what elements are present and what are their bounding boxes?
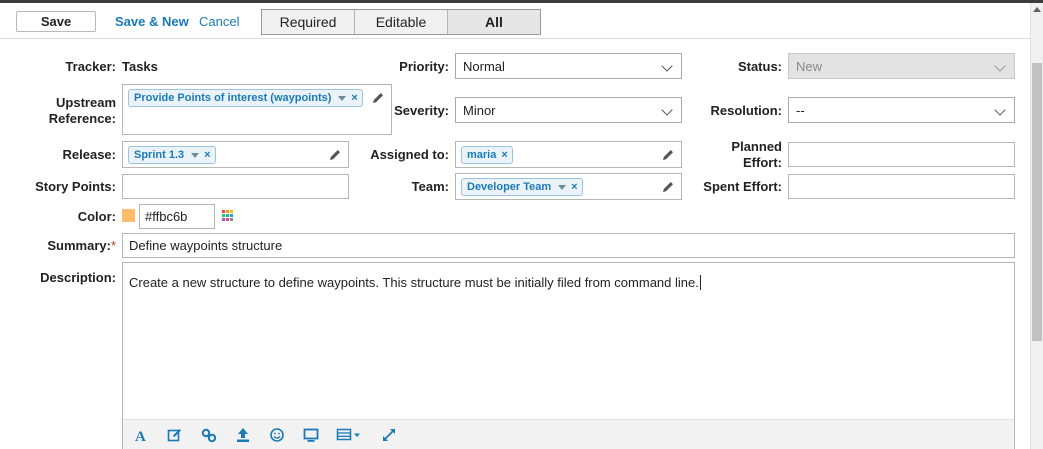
description-text[interactable]: Create a new structure to define waypoin… (129, 275, 701, 290)
chip-remove-icon[interactable]: × (351, 92, 357, 104)
filter-required[interactable]: Required (262, 10, 355, 34)
release-field[interactable]: Sprint 1.3 × (122, 141, 349, 168)
priority-label: Priority: (399, 59, 449, 74)
release-chip[interactable]: Sprint 1.3 × (128, 146, 216, 164)
action-toolbar: Save Save & New Cancel Required Editable… (0, 3, 1030, 39)
text-caret (699, 275, 701, 290)
planned-effort-input[interactable] (788, 142, 1015, 167)
chevron-down-icon (994, 60, 1006, 72)
spent-effort-input[interactable] (788, 174, 1015, 199)
color-hex-input[interactable] (139, 204, 215, 229)
edit-icon[interactable] (167, 427, 183, 443)
release-label: Release: (62, 147, 116, 162)
chip-dropdown-icon[interactable] (191, 152, 200, 158)
edit-pencil-icon[interactable] (661, 148, 675, 162)
description-label: Description: (40, 270, 116, 285)
assigned-to-field[interactable]: maria × (455, 141, 682, 168)
required-mark: * (110, 238, 116, 253)
description-editor[interactable]: Create a new structure to define waypoin… (122, 262, 1015, 449)
team-field[interactable]: Developer Team × (455, 173, 682, 200)
scrollbar-thumb[interactable] (1032, 63, 1042, 341)
upstream-reference-field[interactable]: Provide Points of interest (waypoints) × (122, 84, 392, 135)
edit-pencil-icon[interactable] (661, 180, 675, 194)
resolution-label: Resolution: (710, 103, 783, 118)
table-icon[interactable] (336, 427, 362, 443)
svg-text:A: A (135, 429, 146, 443)
chevron-down-icon (661, 104, 673, 116)
filter-editable[interactable]: Editable (355, 10, 448, 34)
chevron-down-icon (994, 104, 1006, 116)
save-and-new-button[interactable]: Save & New (115, 14, 189, 29)
upstream-reference-label: Upstream Reference: (48, 95, 116, 126)
team-chip[interactable]: Developer Team × (461, 178, 583, 196)
assigned-to-label: Assigned to: (370, 147, 449, 162)
edit-pencil-icon[interactable] (371, 91, 385, 105)
vertical-scrollbar[interactable] (1030, 3, 1043, 449)
font-icon[interactable]: A (133, 427, 149, 443)
priority-select[interactable]: Normal (455, 53, 682, 79)
color-palette-icon[interactable] (222, 210, 233, 221)
scroll-up-icon[interactable] (1033, 7, 1041, 12)
spent-effort-label: Spent Effort: (703, 179, 782, 194)
assigned-to-chip[interactable]: maria × (461, 146, 513, 164)
chip-dropdown-icon[interactable] (338, 95, 347, 101)
story-points-input[interactable] (122, 174, 349, 199)
filter-all[interactable]: All (448, 10, 540, 34)
severity-select[interactable]: Minor (455, 97, 682, 123)
chip-remove-icon[interactable]: × (571, 181, 577, 193)
color-swatch[interactable] (122, 209, 135, 222)
editor-toolbar: A (123, 419, 1014, 449)
link-icon[interactable] (201, 427, 217, 443)
expand-icon[interactable] (381, 427, 397, 443)
summary-label: Summary:* (47, 238, 116, 253)
story-points-label: Story Points: (35, 179, 116, 194)
chip-remove-icon[interactable]: × (204, 149, 210, 161)
status-select: New (788, 53, 1015, 79)
chip-remove-icon[interactable]: × (501, 149, 507, 161)
cancel-button[interactable]: Cancel (199, 14, 239, 29)
tracker-label: Tracker: (65, 59, 116, 74)
edit-pencil-icon[interactable] (328, 148, 342, 162)
field-filter-toggle: Required Editable All (261, 9, 541, 35)
color-label: Color: (77, 209, 116, 224)
summary-input[interactable] (122, 233, 1015, 258)
upload-icon[interactable] (235, 427, 251, 443)
resolution-select[interactable]: -- (788, 97, 1015, 123)
emoji-icon[interactable] (269, 427, 285, 443)
status-label: Status: (737, 59, 782, 74)
planned-effort-label: Planned Effort: (731, 139, 782, 170)
severity-label: Severity: (394, 103, 449, 118)
monitor-icon[interactable] (303, 427, 319, 443)
chip-dropdown-icon[interactable] (558, 184, 567, 190)
save-button[interactable]: Save (16, 11, 96, 32)
chevron-down-icon (661, 60, 673, 72)
tracker-value: Tasks (122, 59, 158, 74)
upstream-reference-chip[interactable]: Provide Points of interest (waypoints) × (128, 89, 363, 107)
team-label: Team: (411, 179, 449, 194)
